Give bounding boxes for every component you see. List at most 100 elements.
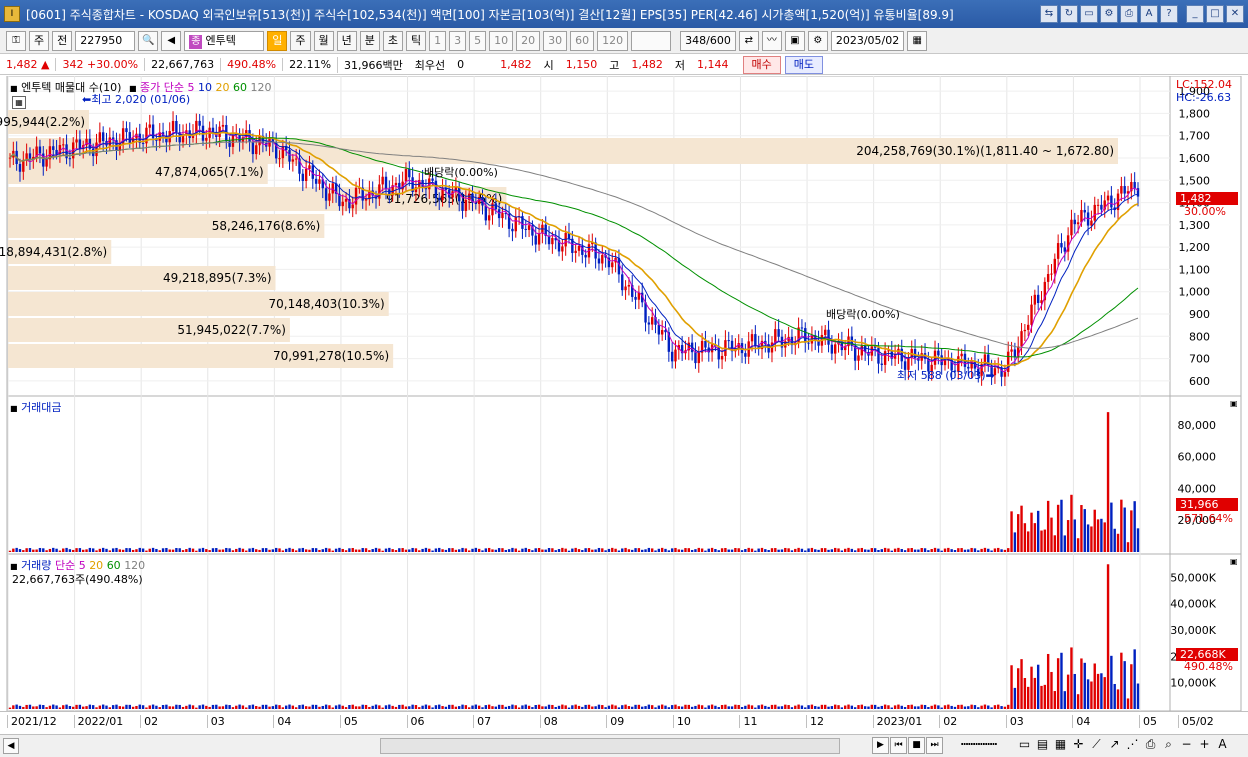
refresh-icon[interactable]: ↻ — [1060, 5, 1078, 23]
plus-icon[interactable]: + — [1197, 737, 1212, 752]
amount-bar — [591, 549, 594, 552]
period-minute[interactable]: 분 — [359, 30, 380, 51]
zoom-slider-icon[interactable]: ┅┅┅┅┅ — [944, 737, 1014, 752]
link-icon[interactable]: ⇆ — [1040, 5, 1058, 23]
interval-custom[interactable] — [631, 30, 672, 51]
close-icon[interactable]: ✕ — [1226, 5, 1244, 23]
key-icon[interactable]: ⚿ — [6, 30, 26, 51]
buy-button[interactable]: 매수 — [742, 55, 781, 74]
amount-bar — [983, 547, 987, 552]
amount-bar — [351, 547, 354, 552]
volume-bar — [148, 705, 151, 709]
volume-bar — [45, 707, 48, 709]
period-day[interactable]: 일 — [267, 30, 288, 51]
gear-icon[interactable]: ⚙ — [807, 30, 828, 51]
candle-body — [527, 225, 531, 230]
crosshair-icon[interactable]: ✛ — [1071, 737, 1086, 752]
interval-20[interactable]: 20 — [516, 30, 541, 51]
amount-bar — [108, 550, 112, 552]
interval-60[interactable]: 60 — [570, 30, 595, 51]
zoom-in-icon[interactable]: ⌕ — [1161, 737, 1176, 752]
fast-forward-icon[interactable]: ⏭ — [926, 737, 943, 754]
period-month[interactable]: 월 — [313, 30, 334, 51]
minus-icon[interactable]: − — [1179, 737, 1194, 752]
rewind-icon[interactable]: ⏮ — [890, 737, 907, 754]
settings-icon[interactable]: ⚙ — [1100, 5, 1118, 23]
interval-120[interactable]: 120 — [597, 30, 629, 51]
window-icon[interactable]: ▭ — [1080, 5, 1098, 23]
table-icon[interactable]: ▦ — [1053, 737, 1068, 752]
prev-button[interactable]: 전 — [52, 30, 73, 51]
maximize-icon[interactable]: □ — [1206, 5, 1224, 23]
volume-bar — [261, 704, 265, 709]
volume-bar — [617, 707, 621, 709]
stop-icon[interactable]: ■ — [908, 737, 925, 754]
trend-icon[interactable]: ↗ — [1107, 737, 1122, 752]
layout-icon[interactable]: ▭ — [1017, 737, 1032, 752]
speaker-icon[interactable]: ◀ — [161, 30, 182, 51]
interval-30[interactable]: 30 — [543, 30, 568, 51]
fibonacci-icon[interactable]: ⋰ — [1125, 737, 1140, 752]
scroll-left-icon[interactable]: ◀ — [3, 738, 19, 754]
split-icon[interactable]: ▤ — [1035, 737, 1050, 752]
volume-bar — [514, 705, 517, 709]
save-icon[interactable]: ▣ — [784, 30, 805, 51]
amount-bar — [354, 549, 358, 552]
period-tick[interactable]: 틱 — [406, 30, 427, 51]
candle-body — [101, 132, 105, 142]
stock-name-field[interactable]: 종 엔투텍 — [184, 30, 265, 51]
price-chart[interactable]: 1,9001,8001,7001,6001,5001,4001,3001,200… — [0, 76, 1248, 734]
period-week[interactable]: 주 — [290, 30, 311, 51]
volume-bar — [298, 705, 301, 709]
grid-toggle-icon[interactable]: ▦ — [12, 96, 26, 109]
amount-bar — [52, 547, 55, 552]
font-icon[interactable]: A — [1140, 5, 1158, 23]
search-icon[interactable]: 🔍 — [138, 30, 159, 51]
right-arrow-icon: ➡ — [985, 369, 995, 382]
volume-bar — [158, 707, 161, 709]
interval-1[interactable]: 1 — [429, 30, 447, 51]
play-icon[interactable]: ▶ — [872, 737, 889, 754]
amount-bar — [91, 548, 95, 552]
interval-5[interactable]: 5 — [469, 30, 487, 51]
volume-bar — [614, 705, 617, 709]
amount-bar — [1043, 529, 1047, 552]
candle-body — [561, 246, 564, 252]
print-icon[interactable]: ⎙ — [1143, 737, 1158, 752]
font-size-icon[interactable]: A — [1215, 737, 1230, 752]
scroll-thumb[interactable] — [380, 738, 840, 754]
period-second[interactable]: 초 — [382, 30, 403, 51]
amount-bar — [38, 547, 42, 552]
amount-bar — [730, 549, 734, 552]
volume-bar — [35, 706, 38, 709]
chart-area[interactable]: 1,9001,8001,7001,6001,5001,4001,3001,200… — [0, 76, 1248, 734]
date-field[interactable]: 2023/05/02 — [830, 30, 905, 51]
chart-scrollbar[interactable]: ◀ ▶ ⏮ ■ ⏭ ┅┅┅┅┅ ▭ ▤ ▦ ✛ ⟋ ↗ ⋰ ⎙ ⌕ − + A — [0, 734, 1248, 757]
compare-icon[interactable]: ⇄ — [738, 30, 759, 51]
sell-button[interactable]: 매도 — [784, 55, 824, 74]
panel-close-icon[interactable]: ▣ — [1230, 399, 1238, 408]
ma-120: 120 — [250, 81, 272, 94]
volume-bar — [804, 707, 807, 709]
amount-bar — [537, 547, 541, 552]
count-field[interactable]: 348/600 — [680, 30, 736, 51]
interval-10[interactable]: 10 — [489, 30, 514, 51]
amount-bar — [1090, 526, 1093, 552]
market-select[interactable]: 주 — [29, 30, 50, 51]
volume-bar — [807, 705, 810, 709]
period-year[interactable]: 년 — [336, 30, 357, 51]
amount-bar — [311, 548, 314, 552]
code-input[interactable]: 227950 — [75, 30, 136, 51]
print-icon[interactable]: ⎙ — [1120, 5, 1138, 23]
volume-bar — [1026, 686, 1030, 709]
interval-3[interactable]: 3 — [449, 30, 467, 51]
draw-line-icon[interactable]: ⟋ — [1089, 737, 1104, 752]
minimize-icon[interactable]: _ — [1186, 5, 1204, 23]
help-icon[interactable]: ? — [1160, 5, 1178, 23]
chart-type-icon[interactable]: 〰 — [761, 30, 782, 51]
calendar-icon[interactable]: ▦ — [907, 30, 928, 51]
panel-close-icon[interactable]: ▣ — [1230, 557, 1238, 566]
amount-bar — [834, 547, 837, 552]
low-label: 저 — [674, 58, 686, 72]
volume-bar — [191, 705, 195, 709]
